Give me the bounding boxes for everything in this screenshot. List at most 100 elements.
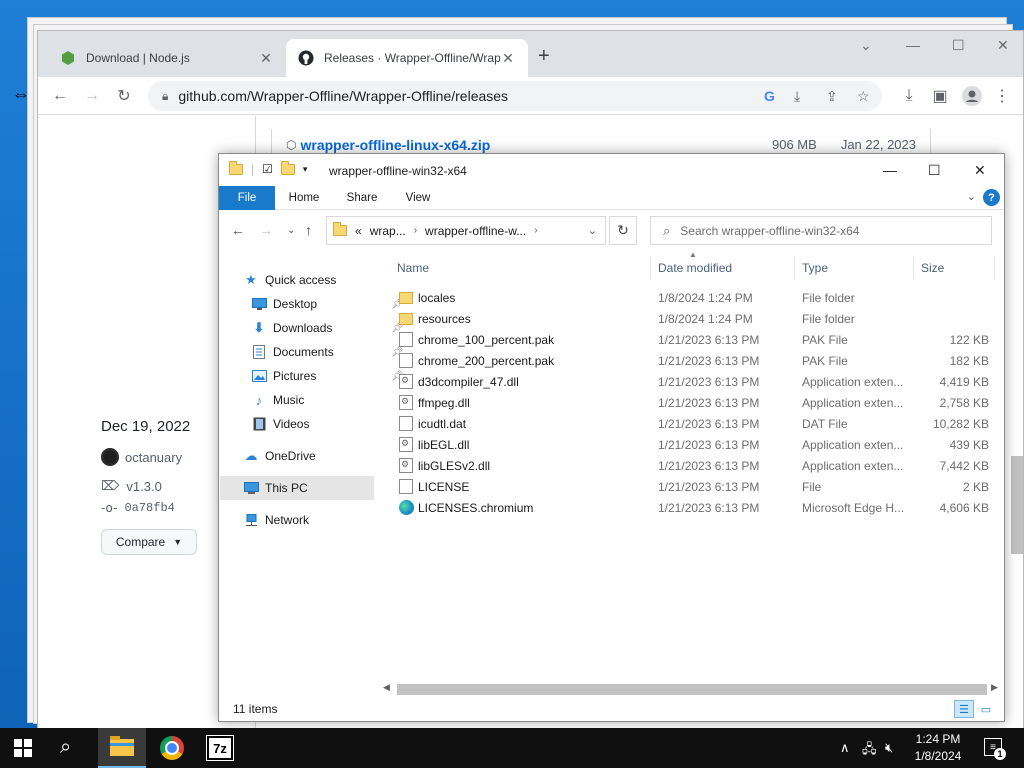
ribbon-tab-home[interactable]: Home [279,186,329,210]
file-row[interactable]: icudtl.dat 1/21/2023 6:13 PM DAT File 10,28… [391,413,997,434]
nav-network[interactable]: Network [243,508,309,532]
nav-videos[interactable]: Videos [251,412,309,436]
chevron-down-icon[interactable]: ⌄ [860,37,872,54]
recent-locations-icon[interactable]: ⌄ [287,225,295,236]
column-header-date[interactable]: Date modified [652,256,795,280]
scroll-right-icon[interactable]: ▶ [991,682,998,693]
new-tab-button[interactable]: + [538,45,550,68]
release-tag[interactable]: ⌦ v1.3.0 [101,478,162,494]
nav-quick-access[interactable]: ★ Quick access [243,268,336,292]
ribbon-tab-file[interactable]: File [219,186,275,210]
dll-file-icon [399,437,413,452]
forward-button[interactable]: → [81,85,103,107]
action-center-icon[interactable]: ≡ 1 [984,738,1006,760]
maximize-button[interactable]: ☐ [952,37,965,54]
minimize-button[interactable]: — [906,37,920,53]
nav-downloads[interactable]: ⬇ Downloads 📌︎ [251,316,404,340]
taskbar-file-explorer[interactable] [98,728,146,768]
nav-this-pc[interactable]: This PC [220,476,374,500]
file-row[interactable]: d3dcompiler_47.dll 1/21/2023 6:13 PM Appli… [391,371,997,392]
help-icon[interactable]: ? [983,189,1000,206]
compare-button[interactable]: Compare ▼ [101,529,197,555]
asset-link[interactable]: wrapper-offline-linux-x64.zip [300,137,772,153]
network-status-icon[interactable]: 🖧︎ [862,740,877,762]
chevron-right-icon[interactable]: › [414,225,417,236]
new-folder-icon[interactable] [280,160,295,175]
file-row[interactable]: chrome_100_percent.pak 1/21/2023 6:13 PM P… [391,329,997,350]
details-view-icon[interactable]: ☰ [954,700,974,718]
windows-start-icon[interactable] [14,739,32,757]
show-hidden-icons-icon[interactable]: ∧ [840,740,850,756]
close-tab-icon[interactable]: ✕ [258,50,274,67]
file-row[interactable]: ffmpeg.dll 1/21/2023 6:13 PM Application e… [391,392,997,413]
column-header-type[interactable]: Type [796,256,914,280]
address-bar[interactable]: « wrap... › wrapper-offline-w... › ⌄ [326,216,606,245]
nav-documents[interactable]: Documents 📌︎ [251,340,404,364]
forward-button[interactable]: → [259,222,273,238]
profile-avatar-icon[interactable] [961,85,983,107]
nav-pictures[interactable]: Pictures 📌︎ [251,364,404,388]
scroll-left-icon[interactable]: ◀ [383,682,390,693]
page-scrollbar[interactable] [1011,456,1023,554]
volume-muted-icon[interactable]: 🔇︎ [885,740,893,756]
downloads-icon[interactable]: ⤓ [898,85,920,107]
file-row[interactable]: LICENSE 1/21/2023 6:13 PM File 2 KB [391,476,997,497]
close-button[interactable]: ✕ [974,162,986,179]
nav-desktop[interactable]: Desktop 📌︎ [251,292,404,316]
column-header-size[interactable]: Size [915,256,995,280]
install-app-icon[interactable]: ⤓ [794,88,800,105]
system-clock[interactable]: 1:24 PM 1/8/2024 [906,731,970,765]
tab-label: Download | Node.js [86,51,190,65]
taskbar-7zip[interactable]: 7z [196,728,244,768]
release-author[interactable]: octanuary [101,448,182,466]
close-tab-icon[interactable]: ✕ [500,50,516,67]
scrollbar-thumb[interactable] [397,684,987,695]
menu-kebab-icon[interactable]: ⋮ [991,85,1013,107]
large-icons-view-icon[interactable]: ▭ [976,700,996,718]
ribbon-tab-view[interactable]: View [395,186,441,210]
horizontal-scrollbar[interactable]: ◀ ▶ [381,682,1001,696]
release-commit[interactable]: -o- 0a78fb4 [101,501,175,515]
notification-count: 1 [994,748,1006,760]
close-button[interactable]: ✕ [997,37,1009,54]
file-row[interactable]: libGLESv2.dll 1/21/2023 6:13 PM Applicatio… [391,455,997,476]
file-row[interactable]: locales 1/8/2024 1:24 PM File folder [391,287,997,308]
share-icon[interactable]: ⇪ [826,88,838,105]
properties-icon[interactable]: ☑ [262,162,273,176]
taskbar-chrome[interactable] [148,728,196,768]
column-header-name[interactable]: Name [391,256,651,280]
file-row[interactable]: chrome_200_percent.pak 1/21/2023 6:13 PM P… [391,350,997,371]
nav-onedrive[interactable]: ☁ OneDrive [243,444,316,468]
file-name: chrome_100_percent.pak [418,332,555,347]
breadcrumb-item[interactable]: wrapper-offline-w... [425,224,526,238]
network-icon [243,513,259,527]
expand-ribbon-icon[interactable]: ⌄ [967,190,976,203]
bookmark-star-icon[interactable]: ☆ [857,88,870,105]
breadcrumb-item[interactable]: wrap... [370,224,406,238]
up-button[interactable]: ↑ [305,222,312,238]
back-button[interactable]: ← [231,222,245,238]
chevron-right-icon[interactable]: › [534,225,537,236]
back-button[interactable]: ← [49,85,71,107]
google-translate-icon[interactable]: G [764,88,775,104]
search-input[interactable]: ⌕ Search wrapper-offline-win32-x64 [650,216,992,245]
nav-music[interactable]: ♪ Music [251,388,305,412]
customize-qa-icon[interactable]: ▾ [303,164,308,175]
address-dropdown-icon[interactable]: ⌄ [588,224,597,237]
tab-github-releases[interactable]: Releases · Wrapper-Offline/Wrap ✕ [286,39,528,77]
tab-nodejs[interactable]: Download | Node.js ✕ [48,39,286,77]
breadcrumb-overflow[interactable]: « [355,224,362,238]
reload-button[interactable]: ↻ [113,85,135,107]
search-icon[interactable]: ⌕ [60,736,71,759]
minimize-button[interactable]: — [883,162,897,178]
lock-icon[interactable]: 🔒︎ [162,89,168,104]
file-row[interactable]: libEGL.dll 1/21/2023 6:13 PM Application e… [391,434,997,455]
refresh-button[interactable]: ↻ [609,216,637,245]
file-row[interactable]: resources 1/8/2024 1:24 PM File folder [391,308,997,329]
maximize-button[interactable]: ☐ [928,162,941,179]
file-row[interactable]: LICENSES.chromium 1/21/2023 6:13 PM Micros… [391,497,997,518]
address-bar[interactable]: 🔒︎ github.com/Wrapper-Offline/Wrapper-Of… [148,81,882,111]
side-panel-icon[interactable]: ▣ [929,85,951,107]
dll-file-icon [399,395,413,410]
ribbon-tab-share[interactable]: Share [337,186,387,210]
